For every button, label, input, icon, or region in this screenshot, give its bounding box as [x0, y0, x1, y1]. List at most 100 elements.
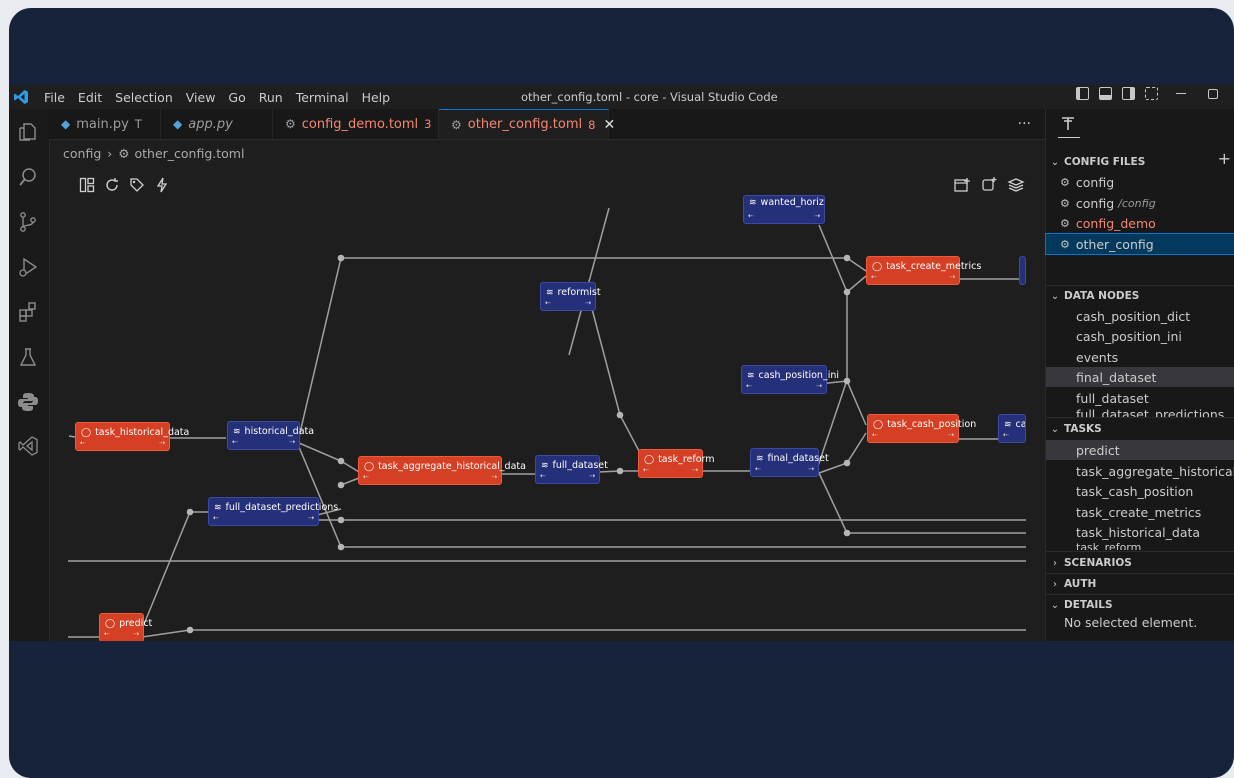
data-node-item[interactable]: final_dataset: [1046, 367, 1234, 387]
datanode-icon: ≋: [749, 197, 757, 208]
output-port[interactable]: ⇢: [814, 212, 820, 220]
output-port[interactable]: ⇢: [808, 465, 814, 473]
node-reformist[interactable]: ≋ reformist ⇠ ⇢: [540, 282, 601, 311]
menu-view[interactable]: View: [186, 90, 216, 105]
menu-run[interactable]: Run: [259, 90, 283, 105]
tab-other-config-toml[interactable]: ⚙ other_config.toml 8 ✕: [439, 109, 615, 139]
close-icon[interactable]: ✕: [603, 117, 615, 133]
input-port[interactable]: ⇠: [104, 630, 110, 638]
node-task-create-metrics[interactable]: ◯ task_create_metrics ⇠ ⇢: [866, 256, 981, 285]
task-item[interactable]: task_aggregate_historical_data: [1046, 461, 1234, 481]
output-port[interactable]: ⇢: [948, 431, 954, 439]
node-offscreen-datanode[interactable]: [1019, 256, 1026, 285]
section-details[interactable]: ⌄ DETAILS: [1046, 596, 1234, 614]
node-cas[interactable]: ≋cas ⇠: [998, 414, 1026, 443]
node-task-reform[interactable]: ◯ task_reform ⇠ ⇢: [638, 449, 715, 478]
toggle-secondary-sidebar-icon[interactable]: [1122, 87, 1135, 100]
menu-file[interactable]: File: [44, 90, 65, 105]
output-port[interactable]: ⇢: [589, 472, 595, 480]
testing-icon[interactable]: [17, 346, 39, 368]
toggle-panel-icon[interactable]: [1099, 87, 1112, 100]
more-actions-icon[interactable]: ···: [1018, 116, 1031, 132]
extensions-icon[interactable]: [17, 301, 39, 323]
input-port[interactable]: ⇠: [755, 465, 761, 473]
input-port[interactable]: ⇠: [643, 466, 649, 474]
python-icon[interactable]: [17, 391, 39, 413]
input-port[interactable]: ⇠: [540, 472, 546, 480]
output-port[interactable]: ⇢: [585, 299, 591, 307]
input-port[interactable]: ⇠: [232, 438, 238, 446]
menu-help[interactable]: Help: [362, 90, 391, 105]
task-item[interactable]: task_reform: [1046, 543, 1234, 550]
input-port[interactable]: ⇠: [871, 273, 877, 281]
section-tasks[interactable]: ⌄ TASKS: [1046, 420, 1234, 438]
input-port[interactable]: ⇠: [746, 382, 752, 390]
node-task-cash-position[interactable]: ◯ task_cash_position ⇠ ⇢: [867, 414, 976, 443]
node-final-dataset[interactable]: ≋ final_dataset ⇠ ⇢: [750, 448, 829, 477]
data-node-item[interactable]: cash_position_dict: [1046, 306, 1234, 326]
config-file-item-selected[interactable]: ⚙ other_config: [1045, 233, 1234, 255]
section-scenarios[interactable]: › SCENARIOS: [1046, 554, 1234, 572]
output-port[interactable]: ⇢: [692, 466, 698, 474]
tab-app-py[interactable]: ◆ app.py: [161, 109, 273, 139]
input-port[interactable]: ⇠: [872, 431, 878, 439]
menu-terminal[interactable]: Terminal: [296, 90, 349, 105]
output-port[interactable]: ⇢: [816, 382, 822, 390]
node-full-dataset-predictions[interactable]: ≋ full_dataset_predictions ⇠ ⇢: [208, 497, 338, 526]
config-file-item[interactable]: ⚙ config: [1046, 172, 1234, 192]
node-predict[interactable]: ◯ predict ⇠ ⇢: [99, 613, 152, 641]
breadcrumb-file[interactable]: other_config.toml: [134, 146, 244, 161]
tab-main-py[interactable]: ◆ main.py T: [49, 109, 161, 139]
config-file-item[interactable]: ⚙ config/config: [1046, 193, 1234, 213]
tab-config-demo-toml[interactable]: ⚙ config_demo.toml 3: [273, 109, 439, 139]
node-task-historical-data[interactable]: ◯ task_historical_data ⇠ ⇢: [75, 422, 189, 451]
data-node-item[interactable]: cash_position_ini: [1046, 326, 1234, 346]
visual-studio-icon[interactable]: [17, 435, 39, 457]
node-task-aggregate-historical-data[interactable]: ◯ task_aggregate_historical_data ⇠ ⇢: [358, 456, 526, 485]
task-item[interactable]: predict: [1046, 440, 1234, 460]
task-item[interactable]: task_cash_position: [1046, 481, 1234, 501]
menu-edit[interactable]: Edit: [78, 90, 102, 105]
menu-go[interactable]: Go: [228, 90, 245, 105]
data-node-item[interactable]: full_dataset_predictions: [1046, 408, 1234, 417]
input-port[interactable]: ⇠: [80, 439, 86, 447]
output-port[interactable]: ⇢: [289, 438, 295, 446]
node-historical-data[interactable]: ≋ historical_data ⇠ ⇢: [227, 421, 314, 450]
run-debug-icon[interactable]: [17, 256, 39, 278]
node-label: ◯ task_create_metrics: [872, 261, 981, 272]
source-control-icon[interactable]: [17, 211, 39, 233]
breadcrumb-folder[interactable]: config: [63, 146, 101, 161]
tab-label: main.py: [76, 116, 129, 132]
input-port[interactable]: ⇠: [213, 514, 219, 522]
task-item[interactable]: task_create_metrics: [1046, 502, 1234, 522]
output-port[interactable]: ⇢: [159, 439, 165, 447]
input-port[interactable]: ⇠: [748, 212, 754, 220]
output-port[interactable]: ⇢: [949, 273, 955, 281]
output-port[interactable]: ⇢: [308, 514, 314, 522]
section-config-files[interactable]: ⌄ CONFIG FILES: [1046, 153, 1234, 171]
section-auth[interactable]: › AUTH: [1046, 575, 1234, 593]
dag-graph-canvas: [68, 207, 1026, 638]
output-port[interactable]: ⇢: [491, 473, 497, 481]
input-port[interactable]: ⇠: [1003, 431, 1009, 439]
toggle-sidebar-icon[interactable]: [1076, 87, 1089, 100]
menu-selection[interactable]: Selection: [115, 90, 173, 105]
customize-layout-icon[interactable]: [1145, 87, 1158, 100]
input-port[interactable]: ⇠: [363, 473, 369, 481]
explorer-icon[interactable]: [17, 121, 39, 143]
node-full-dataset[interactable]: ≋ full_dataset ⇠ ⇢: [535, 455, 608, 484]
restore-icon[interactable]: [1208, 88, 1218, 99]
node-wanted-horizon[interactable]: ≋wanted_horizon ? ⇠ ⇢: [743, 195, 825, 224]
data-node-item[interactable]: full_dataset: [1046, 388, 1234, 408]
active-view-indicator: [1058, 137, 1080, 138]
data-node-item[interactable]: events: [1046, 347, 1234, 367]
config-file-item[interactable]: ⚙ config_demo: [1046, 213, 1234, 233]
task-item[interactable]: task_historical_data: [1046, 522, 1234, 542]
section-data-nodes[interactable]: ⌄ DATA NODES: [1046, 287, 1234, 305]
node-cash-position-ini[interactable]: ≋ cash_position_ini ⇠ ⇢: [741, 365, 839, 394]
minimize-icon[interactable]: [1176, 93, 1186, 94]
input-port[interactable]: ⇠: [545, 299, 551, 307]
output-port[interactable]: ⇢: [133, 630, 139, 638]
search-icon[interactable]: [17, 166, 39, 188]
add-config-icon[interactable]: +: [1218, 149, 1231, 168]
